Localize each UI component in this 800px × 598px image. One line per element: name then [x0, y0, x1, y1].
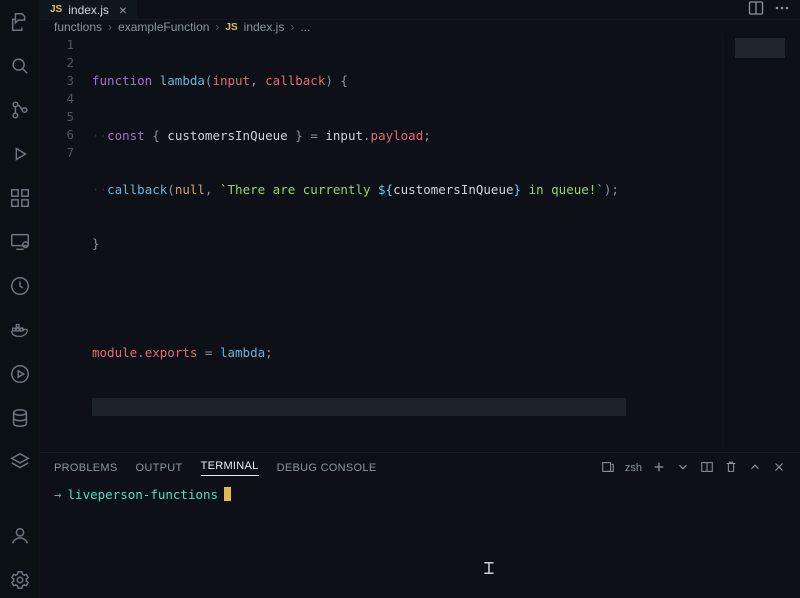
trash-icon[interactable]: [724, 460, 738, 477]
settings-gear-icon[interactable]: [0, 562, 40, 598]
terminal-cursor: [224, 487, 231, 501]
chevron-down-icon[interactable]: [676, 460, 690, 477]
editor-tab-bar: JS index.js ×: [40, 0, 800, 20]
breadcrumb-seg[interactable]: index.js: [244, 20, 285, 34]
activity-bar: [0, 0, 40, 598]
breadcrumb-seg[interactable]: functions: [54, 20, 102, 34]
code-editor[interactable]: 1 2 3 4 5 6 7 function lambda(input, cal…: [40, 34, 800, 452]
source-control-icon[interactable]: [0, 92, 40, 128]
js-file-icon: JS: [225, 22, 237, 33]
chevron-right-icon: ›: [215, 20, 219, 34]
breadcrumb[interactable]: functions › exampleFunction › JS index.j…: [40, 20, 800, 34]
terminal-body[interactable]: → liveperson-functions Ꮖ: [40, 483, 800, 598]
layers-icon[interactable]: [0, 444, 40, 480]
chevron-right-icon: ›: [290, 20, 294, 34]
play-circle-icon[interactable]: [0, 356, 40, 392]
search-icon[interactable]: [0, 48, 40, 84]
account-icon[interactable]: [0, 518, 40, 554]
more-actions-icon[interactable]: [774, 0, 790, 19]
editor-tab[interactable]: JS index.js ×: [40, 0, 137, 19]
breadcrumb-seg[interactable]: ...: [300, 20, 310, 34]
database-icon[interactable]: [0, 400, 40, 436]
extensions-icon[interactable]: [0, 180, 40, 216]
tab-output[interactable]: OUTPUT: [136, 462, 183, 474]
docker-icon[interactable]: [0, 312, 40, 348]
close-tab-icon[interactable]: ×: [119, 2, 127, 18]
panel-tab-bar: PROBLEMS OUTPUT TERMINAL DEBUG CONSOLE z…: [40, 453, 800, 483]
launch-profile-icon[interactable]: [601, 460, 615, 477]
tab-filename: index.js: [68, 3, 109, 17]
prompt-cwd: liveperson-functions: [68, 487, 219, 502]
tab-terminal[interactable]: TERMINAL: [201, 460, 259, 476]
chevron-up-icon[interactable]: [748, 460, 762, 477]
run-debug-icon[interactable]: [0, 136, 40, 172]
current-line-highlight: [92, 398, 626, 416]
close-panel-icon[interactable]: [772, 460, 786, 477]
timeline-icon[interactable]: [0, 268, 40, 304]
chevron-right-icon: ›: [108, 20, 112, 34]
js-file-icon: JS: [50, 4, 62, 15]
explorer-icon[interactable]: [0, 4, 40, 40]
new-terminal-icon[interactable]: [652, 460, 666, 477]
minimap[interactable]: [722, 34, 800, 452]
split-terminal-icon[interactable]: [700, 460, 714, 477]
tab-problems[interactable]: PROBLEMS: [54, 462, 118, 474]
text-cursor-icon: Ꮖ: [484, 561, 495, 579]
prompt-arrow-icon: →: [54, 487, 62, 502]
split-editor-icon[interactable]: [748, 0, 764, 19]
main-area: JS index.js × functions › exampleFunctio…: [40, 0, 800, 598]
breadcrumb-seg[interactable]: exampleFunction: [118, 20, 209, 34]
line-number-gutter: 1 2 3 4 5 6 7: [40, 34, 92, 452]
remote-explorer-icon[interactable]: [0, 224, 40, 260]
bottom-panel: PROBLEMS OUTPUT TERMINAL DEBUG CONSOLE z…: [40, 452, 800, 598]
terminal-shell-label[interactable]: zsh: [625, 462, 642, 474]
tab-debug-console[interactable]: DEBUG CONSOLE: [277, 462, 377, 474]
code-content[interactable]: function lambda(input, callback) { ··con…: [92, 34, 722, 452]
